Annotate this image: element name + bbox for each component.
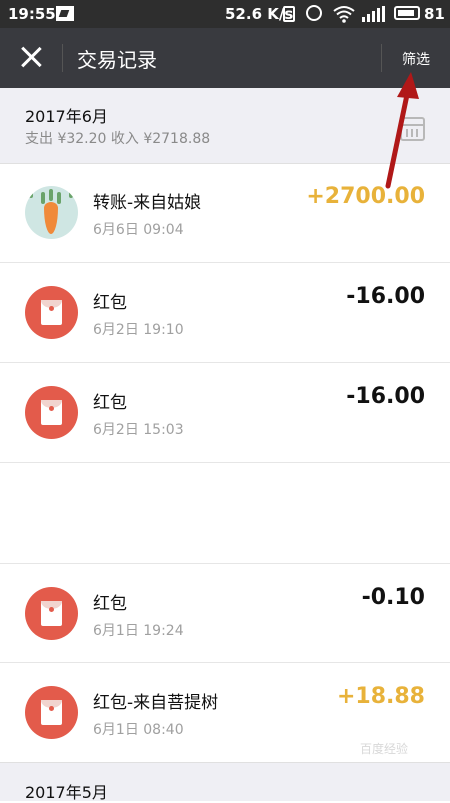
red-packet-icon	[25, 686, 78, 739]
transaction-name: 红包	[93, 594, 127, 614]
calendar-icon[interactable]	[400, 117, 425, 141]
transaction-row[interactable]: 红包 6月2日 15:03 -16.00	[0, 363, 450, 463]
divider	[62, 44, 63, 72]
transaction-date: 6月1日 19:24	[93, 623, 184, 639]
close-icon[interactable]	[20, 46, 42, 68]
carrot-avatar	[25, 186, 78, 239]
transaction-name: 转账-来自姑娘	[93, 193, 202, 213]
transaction-amount: +2700.00	[306, 184, 425, 209]
transaction-amount: -16.00	[346, 284, 425, 309]
transaction-date: 6月1日 08:40	[93, 722, 184, 738]
transaction-date: 6月6日 09:04	[93, 222, 184, 238]
red-packet-icon	[25, 286, 78, 339]
alarm-icon	[306, 5, 322, 21]
transaction-row[interactable]: 红包 6月2日 19:10 -16.00	[0, 263, 450, 363]
month-title: 2017年5月	[25, 783, 108, 802]
month-title: 2017年6月	[25, 107, 108, 126]
red-packet-icon	[25, 587, 78, 640]
month-header: 2017年5月	[0, 762, 450, 802]
transaction-row[interactable]: 转账-来自姑娘 6月6日 09:04 +2700.00	[0, 163, 450, 263]
transaction-name: 红包-来自菩提树	[93, 693, 219, 713]
month-header: 2017年6月 支出 ¥32.20 收入 ¥2718.88	[0, 88, 450, 164]
status-bar: 19:55 52.6 K/s 81	[0, 0, 450, 28]
transaction-amount: -16.00	[346, 384, 425, 409]
filter-button[interactable]: 筛选	[402, 49, 430, 69]
vibrate-icon	[283, 6, 295, 22]
divider	[381, 44, 382, 72]
battery-icon	[394, 6, 420, 20]
red-packet-icon	[25, 386, 78, 439]
transaction-row[interactable]: 红包 6月1日 19:24 -0.10	[0, 563, 450, 663]
watermark: 百度经验	[360, 742, 409, 756]
signal-icon	[362, 6, 385, 22]
image-notification-icon	[56, 6, 74, 21]
transaction-amount: +18.88	[336, 684, 425, 709]
month-summary: 支出 ¥32.20 收入 ¥2718.88	[25, 131, 211, 147]
title-bar: 交易记录 筛选	[0, 28, 450, 88]
battery-level: 81	[424, 5, 445, 23]
transaction-amount: -0.10	[361, 585, 425, 610]
transaction-name: 红包	[93, 293, 127, 313]
transaction-name: 红包	[93, 393, 127, 413]
status-time: 19:55	[8, 5, 56, 23]
wifi-icon	[333, 6, 355, 23]
page-title: 交易记录	[77, 48, 157, 72]
transaction-date: 6月2日 15:03	[93, 422, 184, 438]
transaction-date: 6月2日 19:10	[93, 322, 184, 338]
